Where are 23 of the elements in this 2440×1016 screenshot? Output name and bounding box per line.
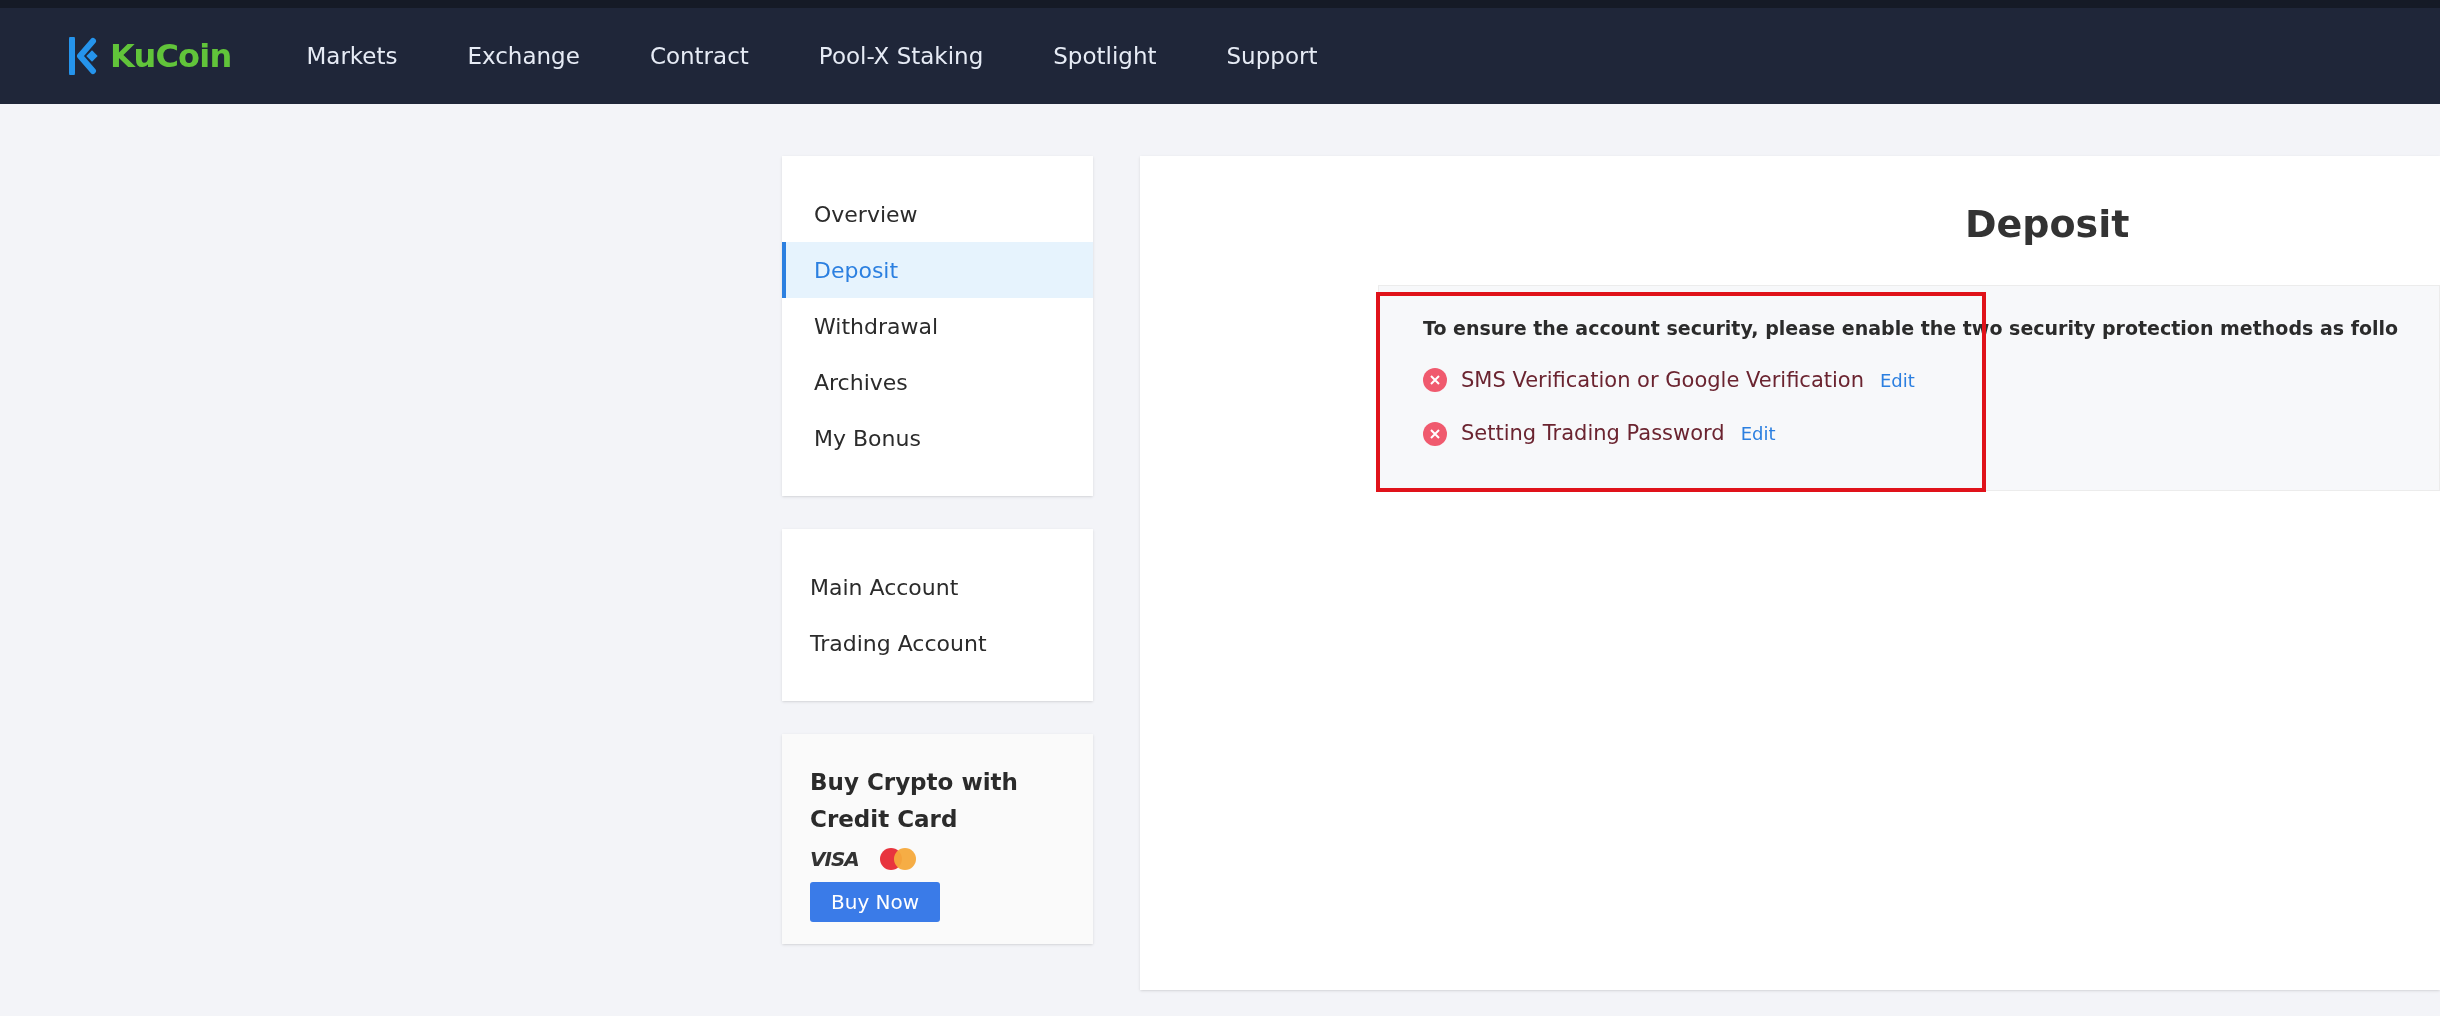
nav-link[interactable]: Spotlight bbox=[1053, 38, 1157, 74]
nav-link[interactable]: Support bbox=[1226, 38, 1318, 74]
buy-now-button[interactable]: Buy Now bbox=[810, 882, 941, 922]
requirement-text: SMS Verification or Google Verification bbox=[1461, 366, 1864, 394]
edit-link[interactable]: Edit bbox=[1740, 420, 1776, 448]
account-link[interactable]: Main Account bbox=[782, 559, 1093, 615]
nav-link[interactable]: Exchange bbox=[467, 38, 580, 74]
page-title: Deposit bbox=[1965, 201, 2131, 248]
edit-link[interactable]: Edit bbox=[1880, 366, 1915, 394]
nav-link[interactable]: Contract bbox=[649, 38, 749, 74]
requirement-text: Setting Trading Password bbox=[1461, 420, 1725, 447]
menu-item[interactable]: Withdrawal bbox=[782, 298, 1093, 354]
logo-text: KuCoin bbox=[110, 36, 232, 77]
nav-link[interactable]: Markets bbox=[306, 38, 398, 74]
visa-logo: VISA bbox=[810, 846, 859, 873]
menu-item[interactable]: My Bonus bbox=[782, 410, 1093, 466]
promo-title: Buy Crypto with Credit Card bbox=[810, 768, 1019, 834]
menu-item[interactable]: Overview bbox=[782, 186, 1093, 242]
nav-link[interactable]: Pool-X Staking bbox=[818, 38, 984, 74]
account-link[interactable]: Trading Account bbox=[782, 615, 1093, 671]
menu-item[interactable]: Deposit bbox=[782, 242, 1093, 298]
menu-item[interactable]: Archives bbox=[782, 354, 1093, 410]
mastercard-icon bbox=[878, 847, 917, 871]
